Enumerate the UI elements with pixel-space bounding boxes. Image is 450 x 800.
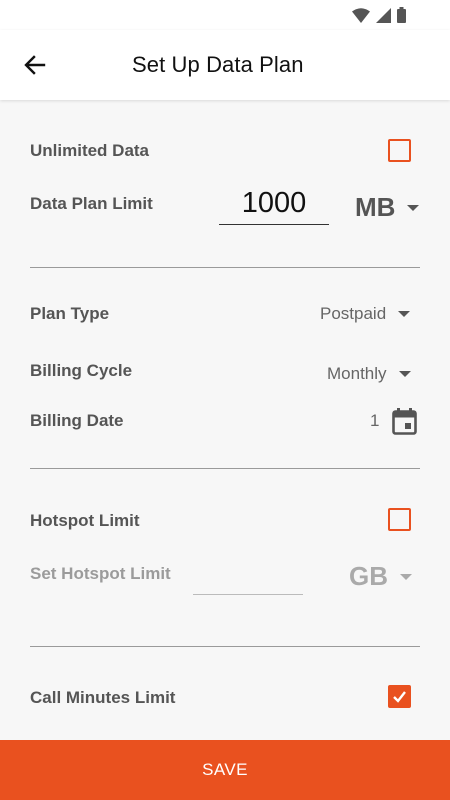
wifi-icon: [352, 7, 370, 23]
chevron-down-icon: [407, 204, 420, 211]
section-divider: [30, 468, 420, 469]
calendar-icon: [392, 408, 417, 435]
call-minutes-limit-checkbox[interactable]: [388, 685, 411, 708]
save-label: SAVE: [202, 760, 248, 779]
status-bar: [0, 0, 450, 30]
unlimited-data-checkbox[interactable]: [388, 139, 411, 162]
billing-date-value: 1: [370, 411, 380, 430]
hotspot-unit-select[interactable]: GB: [349, 561, 412, 592]
chevron-down-icon: [398, 311, 411, 317]
billing-cycle-value: Monthly: [327, 364, 387, 383]
hotspot-limit-checkbox[interactable]: [388, 508, 411, 531]
plan-type-dropdown[interactable]: Postpaid: [320, 304, 411, 324]
section-divider: [30, 267, 420, 268]
hotspot-unit-value: GB: [349, 561, 388, 591]
set-hotspot-limit-label: Set Hotspot Limit: [30, 564, 171, 583]
plan-type-label: Plan Type: [30, 304, 110, 323]
data-plan-limit-input[interactable]: 1000: [219, 187, 329, 225]
billing-cycle-label: Billing Cycle: [30, 361, 133, 380]
page-title: Set Up Data Plan: [132, 52, 304, 77]
unlimited-data-label: Unlimited Data: [30, 141, 150, 160]
arrow-left-icon: [24, 55, 46, 75]
chevron-down-icon: [398, 371, 411, 377]
plan-type-value: Postpaid: [320, 304, 387, 323]
billing-date-label: Billing Date: [30, 411, 124, 430]
chevron-down-icon: [400, 573, 412, 580]
back-button[interactable]: [18, 48, 52, 82]
data-unit-value: MB: [355, 192, 396, 222]
data-plan-limit-label: Data Plan Limit: [30, 194, 153, 213]
section-divider: [30, 646, 420, 647]
app-bar: Set Up Data Plan: [0, 30, 450, 100]
hotspot-limit-input[interactable]: [193, 557, 303, 595]
status-icons: [352, 7, 406, 23]
data-unit-select[interactable]: MB: [355, 192, 420, 223]
billing-date-picker[interactable]: [392, 408, 417, 440]
hotspot-limit-label: Hotspot Limit: [30, 511, 140, 530]
call-minutes-limit-label: Call Minutes Limit: [30, 688, 176, 707]
cell-signal-icon: [376, 7, 391, 23]
billing-cycle-dropdown[interactable]: Monthly: [327, 364, 411, 384]
checkmark-icon: [393, 691, 406, 703]
battery-icon: [397, 7, 406, 23]
save-button[interactable]: SAVE: [0, 740, 450, 800]
settings-content: Unlimited Data Data Plan Limit 1000 MB P…: [0, 100, 450, 740]
